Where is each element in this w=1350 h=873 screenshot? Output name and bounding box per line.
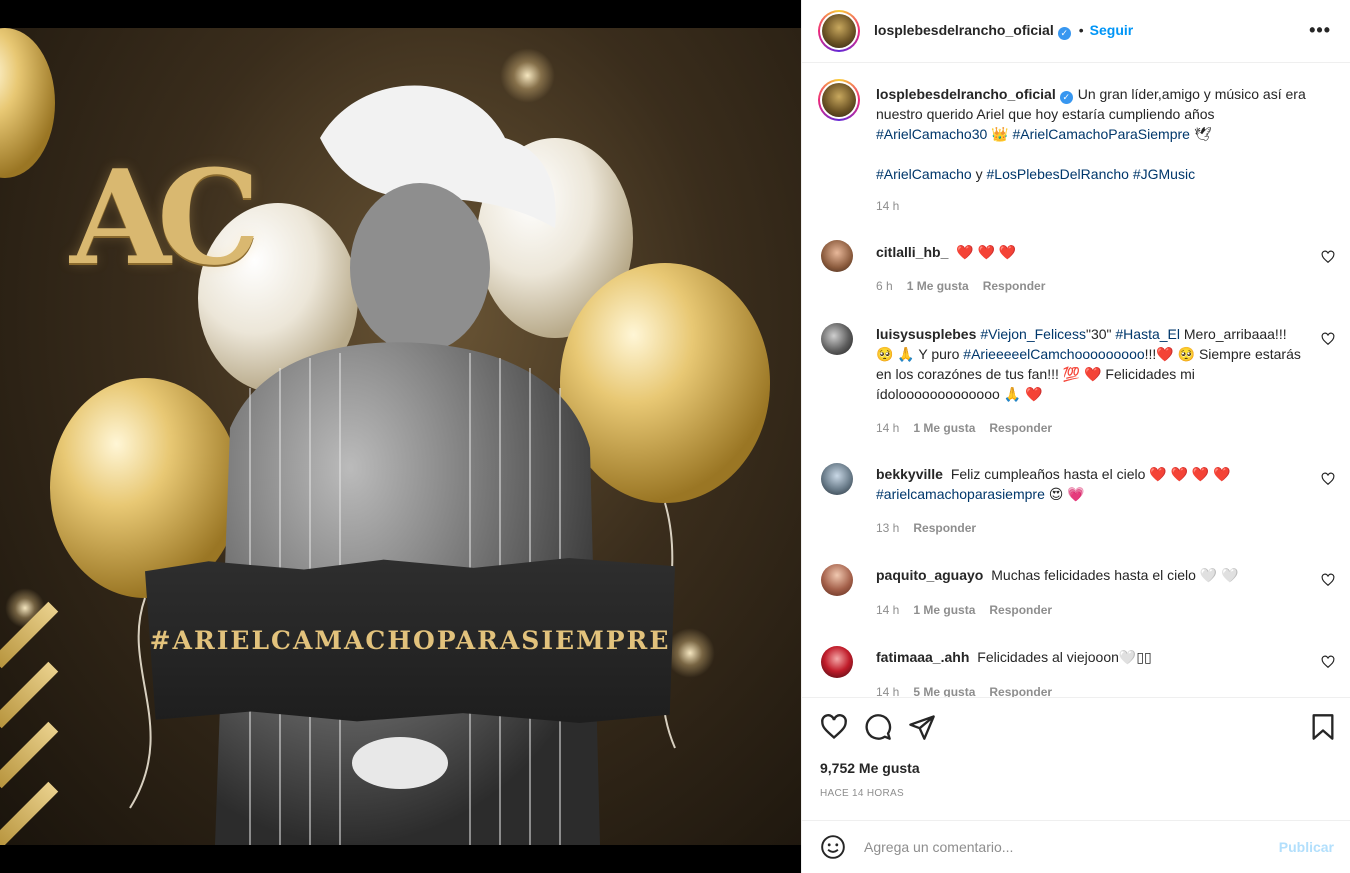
comment-likes[interactable]: 1 Me gusta — [913, 603, 975, 617]
publish-button[interactable]: Publicar — [1279, 839, 1334, 855]
comment-time: 6 h — [876, 279, 893, 293]
verified-badge-icon: ✓ — [1057, 27, 1071, 40]
hashtag-link[interactable]: #ArielCamacho — [876, 166, 972, 182]
comment-input[interactable] — [864, 835, 1264, 859]
comment-text: citlalli_hb_ ❤️ ❤️ ❤️ — [876, 242, 1306, 262]
hashtag-link[interactable]: #JGMusic — [1133, 166, 1195, 182]
comment-meta: 14 h 5 Me gusta Responder — [876, 685, 1052, 697]
comment-emoji: 😍 💗 — [1048, 486, 1085, 502]
reply-button[interactable]: Responder — [989, 685, 1052, 697]
comment-meta: 14 h 1 Me gusta Responder — [876, 421, 1052, 435]
header-identity: losplebesdelrancho_oficial ✓ • Seguir — [874, 22, 1133, 40]
comments-list[interactable]: losplebesdelrancho_oficial ✓ Un gran líder… — [802, 64, 1350, 697]
crown-emoji: 👑 — [991, 126, 1009, 142]
post-media-area: AC #ARIELCAMACHOPARASIEMPRE — [0, 0, 801, 873]
verified-badge-icon: ✓ — [1059, 91, 1073, 104]
comment-username[interactable]: fatimaaa_.ahh — [876, 649, 969, 665]
post-header: losplebesdelrancho_oficial ✓ • Seguir ••• — [802, 0, 1350, 63]
comment-icon[interactable] — [864, 713, 892, 741]
commenter-avatar[interactable] — [821, 240, 853, 272]
hashtag-link[interactable]: #ArielCamacho30 — [876, 126, 987, 142]
like-comment-heart-icon[interactable] — [1321, 472, 1335, 486]
comment-composer: Publicar — [802, 820, 1350, 873]
comment-body: ❤️ ❤️ ❤️ — [956, 244, 1017, 260]
comment-meta: 14 h 1 Me gusta Responder — [876, 603, 1052, 617]
comment-text: paquito_aguayo Muchas felicidades hasta … — [876, 565, 1306, 585]
comment-body: Felicidades al viejooon🤍▯▯ — [977, 649, 1152, 665]
like-comment-heart-icon[interactable] — [1321, 655, 1335, 669]
hashtag-banner: #ARIELCAMACHOPARASIEMPRE — [145, 558, 675, 723]
comment-time: 14 h — [876, 603, 900, 617]
comment-text: fatimaaa_.ahh Felicidades al viejooon🤍▯▯ — [876, 647, 1306, 667]
comment-username[interactable]: citlalli_hb_ — [876, 244, 948, 260]
reply-button[interactable]: Responder — [989, 421, 1052, 435]
comment-text: bekkyville Feliz cumpleaños hasta el cie… — [876, 464, 1306, 504]
balloon — [560, 263, 770, 503]
comment-time: 14 h — [876, 421, 900, 435]
comment-likes[interactable]: 1 Me gusta — [913, 421, 975, 435]
post-image[interactable]: AC #ARIELCAMACHOPARASIEMPRE — [0, 28, 801, 845]
commenter-avatar[interactable] — [821, 646, 853, 678]
commenter-avatar[interactable] — [821, 323, 853, 355]
comment-likes[interactable]: 5 Me gusta — [913, 685, 975, 697]
send-icon[interactable] — [908, 713, 936, 741]
comment-body: Feliz cumpleaños hasta el cielo ❤️ ❤️ ❤️… — [950, 466, 1231, 482]
reply-button[interactable]: Responder — [913, 521, 976, 535]
like-comment-heart-icon[interactable] — [1321, 332, 1335, 346]
balloon — [0, 28, 55, 178]
instagram-post-view: AC #ARIELCAMACHOPARASIEMPRE losplebesdel… — [0, 0, 1350, 873]
more-options-icon[interactable]: ••• — [1309, 21, 1331, 39]
caption-connector: y — [975, 166, 983, 182]
comment-body: Muchas felicidades hasta el cielo 🤍 🤍 — [991, 567, 1239, 583]
like-comment-heart-icon[interactable] — [1321, 250, 1335, 264]
bookmark-icon[interactable] — [1309, 713, 1337, 741]
ac-monogram: AC — [70, 141, 260, 294]
belt-buckle — [352, 737, 448, 789]
like-comment-heart-icon[interactable] — [1321, 573, 1335, 587]
post-actions: 9,752 Me gusta HACE 14 HORAS — [802, 697, 1350, 829]
hashtag-link[interactable]: #ArielCamachoParaSiempre — [1013, 126, 1190, 142]
header-username[interactable]: losplebesdelrancho_oficial — [874, 22, 1054, 38]
dove-emoji: 🕊 — [1193, 126, 1212, 142]
hashtag-link[interactable]: #Viejon_Felicess — [980, 326, 1086, 342]
comment-username[interactable]: paquito_aguayo — [876, 567, 983, 583]
reply-button[interactable]: Responder — [989, 603, 1052, 617]
commenter-avatar[interactable] — [821, 463, 853, 495]
hashtag-link[interactable]: #LosPlebesDelRancho — [987, 166, 1129, 182]
follow-button[interactable]: Seguir — [1090, 22, 1134, 38]
comment-time: 13 h — [876, 521, 900, 535]
comment-time: 14 h — [876, 685, 900, 697]
comment-username[interactable]: luisysusplebes — [876, 326, 976, 342]
face — [350, 183, 490, 353]
reply-button[interactable]: Responder — [983, 279, 1046, 293]
caption-text: losplebesdelrancho_oficial ✓ Un gran líder… — [876, 84, 1306, 184]
caption-username[interactable]: losplebesdelrancho_oficial — [876, 86, 1056, 102]
banner-text: #ARIELCAMACHOPARASIEMPRE — [149, 626, 671, 655]
hashtag-link[interactable]: #arielcamachoparasiempre — [876, 486, 1045, 502]
comment-likes[interactable]: 1 Me gusta — [907, 279, 969, 293]
comment-meta: 13 h Responder — [876, 521, 976, 535]
header-separator: • — [1078, 22, 1084, 38]
profile-avatar[interactable] — [818, 10, 860, 52]
commenter-avatar[interactable] — [821, 564, 853, 596]
hashtag-link[interactable]: #ArieeeeelCamchooooooooo — [963, 346, 1144, 362]
likes-count[interactable]: 9,752 Me gusta — [820, 760, 920, 776]
post-side-panel: losplebesdelrancho_oficial ✓ • Seguir ••• l… — [801, 0, 1350, 873]
comment-text: luisysusplebes #Viejon_Felicess"30" #Hast… — [876, 324, 1306, 404]
caption-time: 14 h — [876, 199, 900, 213]
comment-body: "30" — [1085, 326, 1112, 342]
comment-meta: 6 h 1 Me gusta Responder — [876, 279, 1045, 293]
caption-avatar[interactable] — [818, 79, 860, 121]
post-time-ago: HACE 14 HORAS — [820, 788, 904, 799]
emoji-icon[interactable] — [820, 834, 846, 860]
comment-username[interactable]: bekkyville — [876, 466, 943, 482]
hashtag-link[interactable]: #Hasta_El — [1115, 326, 1180, 342]
heart-icon[interactable] — [820, 713, 848, 741]
